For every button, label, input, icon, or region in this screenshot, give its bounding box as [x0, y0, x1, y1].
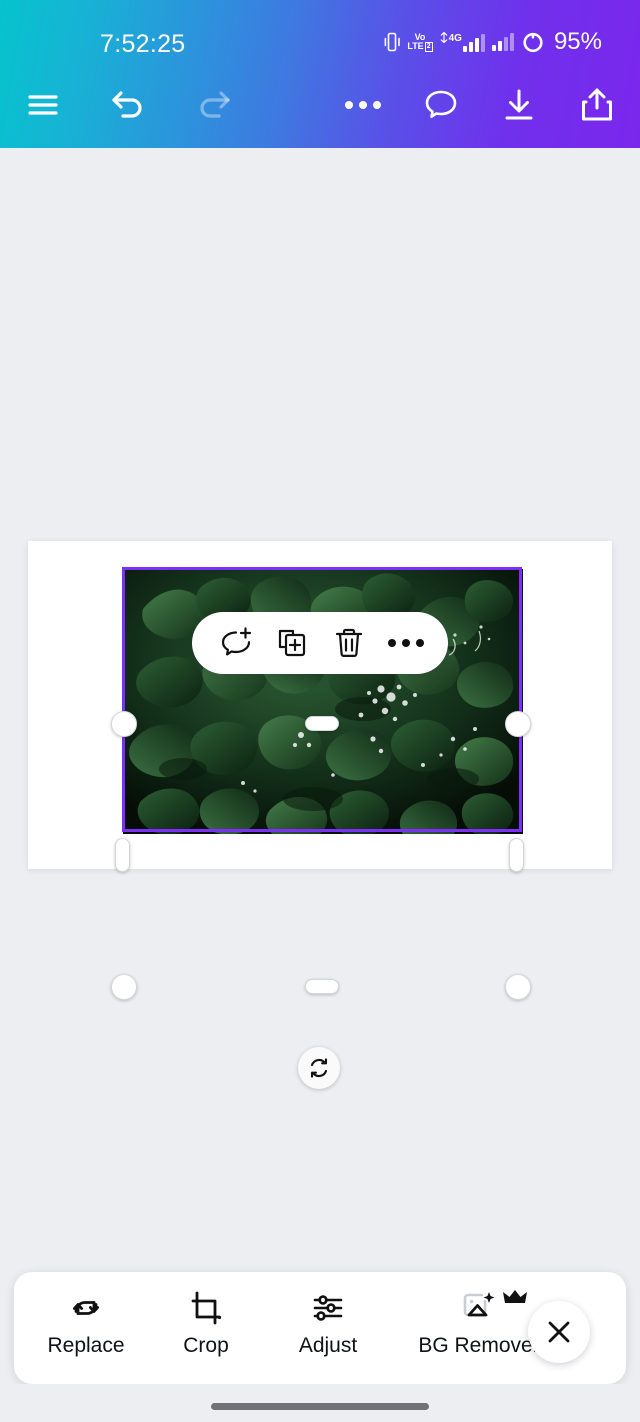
comment-button[interactable]	[408, 62, 474, 148]
header-toolbar	[0, 62, 640, 148]
signal-4g-icon: 4G	[440, 32, 485, 52]
close-x-icon	[548, 1321, 570, 1343]
menu-button[interactable]	[10, 62, 76, 148]
element-context-toolbar[interactable]	[192, 612, 448, 674]
bg-remover-label: BG Remover	[418, 1334, 540, 1357]
replace-button[interactable]: Replace	[22, 1286, 150, 1370]
resize-handle-top-left[interactable]	[111, 711, 137, 737]
comment-plus-icon	[221, 627, 251, 656]
replace-arrows-icon	[65, 1286, 107, 1330]
resize-handle-bottom-center[interactable]	[305, 979, 339, 994]
crop-button[interactable]: Crop	[142, 1286, 270, 1370]
resize-handle-bottom-right[interactable]	[505, 974, 531, 1000]
vibrate-icon	[384, 31, 401, 53]
crown-icon	[502, 1288, 528, 1313]
leaf-photo	[123, 569, 523, 834]
data-type-label: 4G	[448, 33, 462, 44]
add-comment-action[interactable]	[212, 620, 258, 666]
home-indicator[interactable]	[211, 1403, 429, 1410]
resize-handle-bottom-left[interactable]	[111, 974, 137, 1000]
share-button[interactable]	[564, 62, 630, 148]
delete-action[interactable]	[326, 620, 372, 666]
bg-remover-icon	[456, 1286, 527, 1330]
undo-button[interactable]	[96, 62, 162, 148]
sim-badge: 2	[424, 41, 433, 52]
resize-handle-top-right[interactable]	[505, 711, 531, 737]
design-canvas-card[interactable]	[28, 541, 612, 869]
more-horizontal-icon	[345, 101, 381, 109]
resize-handle-middle-left[interactable]	[115, 838, 130, 872]
signal-secondary-icon	[491, 33, 514, 51]
resize-handle-top-center[interactable]	[305, 716, 339, 731]
trash-icon	[335, 628, 362, 658]
crop-label: Crop	[183, 1334, 229, 1357]
selected-image-element[interactable]	[123, 569, 523, 834]
download-button[interactable]	[486, 62, 552, 148]
status-bar-icons: Vo LTE 2 4G 95%	[384, 27, 602, 57]
canvas-area[interactable]	[0, 148, 640, 1270]
adjust-button[interactable]: Adjust	[264, 1286, 392, 1370]
app-header: 7:52:25 Vo LTE 2 4G 95%	[0, 0, 640, 148]
signal-bars-primary	[462, 34, 485, 52]
more-actions[interactable]	[383, 620, 429, 666]
redo-button[interactable]	[180, 62, 246, 148]
volte-label-bottom: LTE	[407, 41, 424, 51]
duplicate-plus-icon	[278, 629, 305, 657]
more-horizontal-icon	[387, 639, 424, 647]
battery-icon	[521, 30, 545, 54]
rotate-refresh-icon	[310, 1058, 328, 1078]
rotate-handle[interactable]	[298, 1047, 340, 1089]
close-editor-button[interactable]	[528, 1301, 590, 1363]
battery-percent-label: 95%	[553, 28, 602, 55]
crop-icon	[185, 1286, 227, 1330]
more-options-button[interactable]	[330, 62, 396, 148]
duplicate-action[interactable]	[269, 620, 315, 666]
sliders-icon	[307, 1286, 349, 1330]
replace-label: Replace	[47, 1334, 125, 1357]
status-bar-time: 7:52:25	[100, 30, 186, 58]
status-bar: 7:52:25 Vo LTE 2 4G 95%	[0, 0, 640, 62]
volte-icon: Vo LTE 2	[407, 32, 433, 52]
adjust-label: Adjust	[298, 1334, 358, 1357]
resize-handle-middle-right[interactable]	[509, 838, 524, 872]
